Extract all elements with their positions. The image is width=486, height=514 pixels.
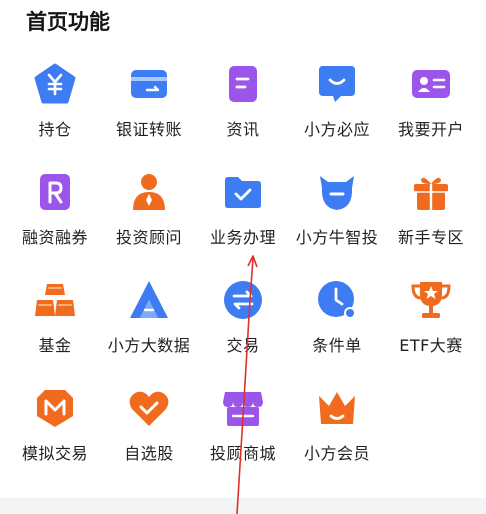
tile-fund[interactable]: 基金 xyxy=(9,278,101,386)
tile-label: 业务办理 xyxy=(209,228,276,247)
section-title: 首页功能 xyxy=(26,10,110,34)
tile-business-service[interactable]: 业务办理 xyxy=(197,170,289,278)
tile-label: 小方牛智投 xyxy=(295,228,379,247)
id-card-icon xyxy=(409,62,453,106)
tile-holdings[interactable]: 持仓 xyxy=(9,62,101,170)
card-icon xyxy=(127,62,171,106)
tile-membership[interactable]: 小方会员 xyxy=(291,386,383,494)
tile-label: 小方会员 xyxy=(303,444,370,463)
tile-label: 我要开户 xyxy=(397,120,464,139)
crown-icon xyxy=(315,386,359,430)
function-grid: 持仓 银证转账 资讯 小方必应 我要开户 融资融券 投资顾问 业务办理 小方牛智… xyxy=(0,62,486,494)
folder-check-icon xyxy=(221,170,265,214)
tile-bull-smart-invest[interactable]: 小方牛智投 xyxy=(291,170,383,278)
tile-label: 融资融券 xyxy=(21,228,88,247)
gold-bars-icon xyxy=(33,278,77,322)
tile-etf-contest[interactable]: ETF大赛 xyxy=(385,278,477,386)
tile-margin-trading[interactable]: 融资融券 xyxy=(9,170,101,278)
tile-label: 模拟交易 xyxy=(21,444,88,463)
tile-label: 投资顾问 xyxy=(115,228,182,247)
gift-icon xyxy=(409,170,453,214)
tile-newbie-zone[interactable]: 新手专区 xyxy=(385,170,477,278)
tile-label: 基金 xyxy=(38,336,72,355)
r-badge-icon xyxy=(33,170,77,214)
tile-open-account[interactable]: 我要开户 xyxy=(385,62,477,170)
clock-icon xyxy=(315,278,359,322)
tile-label: 银证转账 xyxy=(115,120,182,139)
tile-label: 新手专区 xyxy=(397,228,464,247)
tile-label: 自选股 xyxy=(124,444,174,463)
advisor-person-icon xyxy=(127,170,171,214)
tile-label: 交易 xyxy=(226,336,260,355)
tile-label: 小方大数据 xyxy=(107,336,191,355)
tile-trade[interactable]: 交易 xyxy=(197,278,289,386)
tile-watchlist[interactable]: 自选股 xyxy=(103,386,195,494)
document-icon xyxy=(221,62,265,106)
tile-advisor-mall[interactable]: 投顾商城 xyxy=(197,386,289,494)
chat-bubble-icon xyxy=(315,62,359,106)
tile-bank-transfer[interactable]: 银证转账 xyxy=(103,62,195,170)
tile-xiaofang-biying[interactable]: 小方必应 xyxy=(291,62,383,170)
m-shield-icon xyxy=(33,386,77,430)
exchange-circle-icon xyxy=(221,278,265,322)
tile-label: 投顾商城 xyxy=(209,444,276,463)
trophy-icon xyxy=(409,278,453,322)
tile-investment-advisor[interactable]: 投资顾问 xyxy=(103,170,195,278)
tile-label: 小方必应 xyxy=(303,120,370,139)
tile-conditional-order[interactable]: 条件单 xyxy=(291,278,383,386)
a-logo-icon xyxy=(127,278,171,322)
tile-label: 资讯 xyxy=(226,120,260,139)
tile-label: 条件单 xyxy=(312,336,362,355)
heart-check-icon xyxy=(127,386,171,430)
tile-news[interactable]: 资讯 xyxy=(197,62,289,170)
tile-simulated-trading[interactable]: 模拟交易 xyxy=(9,386,101,494)
tile-big-data[interactable]: 小方大数据 xyxy=(103,278,195,386)
tile-label: 持仓 xyxy=(38,120,72,139)
yuan-pentagon-icon xyxy=(33,62,77,106)
tile-label: ETF大赛 xyxy=(399,336,463,355)
bottom-divider-bar xyxy=(0,498,486,514)
shop-icon xyxy=(221,386,265,430)
bull-icon xyxy=(315,170,359,214)
